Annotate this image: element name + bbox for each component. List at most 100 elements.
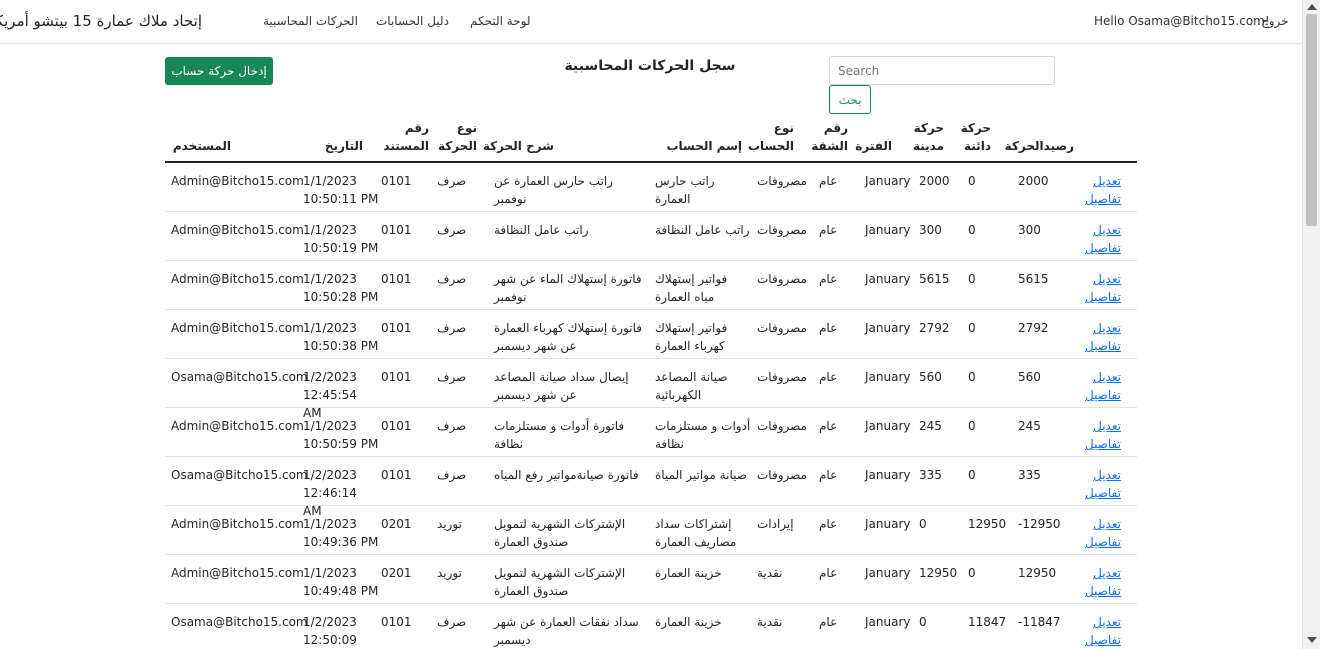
- cell-debit: 0: [919, 517, 927, 531]
- cell-period: January: [865, 223, 911, 237]
- header-user: المستخدم: [172, 139, 231, 153]
- edit-link[interactable]: تعديل: [1085, 564, 1121, 582]
- cell-credit: 0: [968, 174, 976, 188]
- header-account-name: إسم الحساب: [666, 139, 742, 153]
- edit-link[interactable]: تعديل: [1085, 172, 1121, 190]
- edit-link[interactable]: تعديل: [1085, 368, 1121, 386]
- cell-move-type: صرف: [437, 468, 467, 482]
- nav-link-transactions[interactable]: الحركات المحاسبية: [263, 14, 358, 28]
- cell-debit: 2792: [919, 321, 950, 335]
- cell-credit: 0: [968, 223, 976, 237]
- table-body: Admin@Bitcho15.com 1/1/2023 10:50:11 PM 01…: [165, 163, 1137, 649]
- details-link[interactable]: تفاصيل: [1085, 386, 1121, 404]
- cell-account-type: نقدية: [757, 615, 783, 629]
- cell-debit: 2000: [919, 174, 950, 188]
- cell-period: January: [865, 566, 911, 580]
- header-account-type: نوع الحساب: [747, 121, 794, 153]
- cell-apartment-no: عام: [819, 419, 838, 433]
- details-link[interactable]: تفاصيل: [1085, 288, 1121, 306]
- cell-move-type: صرف: [437, 174, 467, 188]
- cell-balance: 2000: [1018, 174, 1049, 188]
- edit-link[interactable]: تعديل: [1085, 270, 1121, 288]
- table-row: Admin@Bitcho15.com 1/1/2023 10:50:11 PM 01…: [165, 163, 1137, 212]
- search-button[interactable]: بحث: [829, 85, 871, 114]
- cell-move-type: صرف: [437, 615, 467, 629]
- nav-link-dashboard[interactable]: لوحة التحكم: [470, 14, 531, 28]
- table-row: Admin@Bitcho15.com 1/1/2023 10:49:36 PM 02…: [165, 506, 1137, 555]
- row-actions: تعديل تفاصيل: [1085, 368, 1121, 404]
- edit-link[interactable]: تعديل: [1085, 466, 1121, 484]
- cell-account-name: أدوات و مستلزمات نظافة: [655, 419, 751, 451]
- transactions-table: رصيدالحركة حركة دائنة حركة مدينة الفترة …: [165, 117, 1137, 649]
- add-transaction-button[interactable]: إدخال حركة حساب: [165, 57, 273, 85]
- cell-document-no: 0101: [381, 223, 412, 237]
- details-link[interactable]: تفاصيل: [1085, 435, 1121, 453]
- cell-user: Osama@Bitcho15.com: [171, 370, 308, 384]
- details-link[interactable]: تفاصيل: [1085, 631, 1121, 649]
- search-input[interactable]: [829, 56, 1055, 85]
- row-actions: تعديل تفاصيل: [1085, 564, 1121, 600]
- cell-move-type: صرف: [437, 223, 467, 237]
- cell-debit: 5615: [919, 272, 950, 286]
- cell-apartment-no: عام: [819, 468, 838, 482]
- scroll-up-arrow-icon[interactable]: [1307, 4, 1317, 10]
- cell-period: January: [865, 272, 911, 286]
- edit-link[interactable]: تعديل: [1085, 319, 1121, 337]
- table-row: Admin@Bitcho15.com 1/1/2023 10:49:48 PM 02…: [165, 555, 1137, 604]
- cell-description: الإشتركات الشهرية لتمويل صندوق العمارة: [494, 517, 626, 549]
- details-link[interactable]: تفاصيل: [1085, 190, 1121, 208]
- header-debit: حركة مدينة: [912, 121, 944, 153]
- cell-period: January: [865, 468, 911, 482]
- row-actions: تعديل تفاصيل: [1085, 221, 1121, 257]
- edit-link[interactable]: تعديل: [1085, 417, 1121, 435]
- edit-link[interactable]: تعديل: [1085, 613, 1121, 631]
- cell-balance: -12950: [1018, 517, 1061, 531]
- cell-description: راتب عامل النظافة: [494, 223, 589, 237]
- cell-document-no: 0101: [381, 419, 412, 433]
- details-link[interactable]: تفاصيل: [1085, 337, 1121, 355]
- cell-account-type: مصروفات: [757, 321, 807, 335]
- cell-credit: 12950: [968, 517, 1007, 531]
- scroll-down-arrow-icon[interactable]: [1307, 637, 1317, 643]
- scroll-thumb[interactable]: [1306, 14, 1317, 226]
- cell-description: فاتورة إستهلاك كهرباء العمارة عن شهر ديس…: [494, 321, 643, 353]
- cell-document-no: 0201: [381, 517, 412, 531]
- details-link[interactable]: تفاصيل: [1085, 582, 1121, 600]
- row-actions: تعديل تفاصيل: [1085, 613, 1121, 649]
- cell-balance: 560: [1018, 370, 1041, 384]
- page-scrollbar[interactable]: [1302, 0, 1320, 649]
- cell-period: January: [865, 370, 911, 384]
- cell-apartment-no: عام: [819, 174, 838, 188]
- cell-document-no: 0101: [381, 615, 412, 629]
- cell-date: 1/2/2023 12:50:09 AM: [303, 615, 357, 647]
- cell-account-type: مصروفات: [757, 272, 807, 286]
- brand-title[interactable]: إتحاد ملاك عمارة 15 بيتشو أمريكان: [0, 12, 202, 30]
- row-actions: تعديل تفاصيل: [1085, 417, 1121, 453]
- table-row: Admin@Bitcho15.com 1/1/2023 10:50:19 PM 01…: [165, 212, 1137, 261]
- cell-account-type: نقدية: [757, 566, 783, 580]
- cell-debit: 12950: [919, 566, 958, 580]
- details-link[interactable]: تفاصيل: [1085, 239, 1121, 257]
- header-balance: رصيدالحركة: [1004, 139, 1074, 153]
- cell-move-type: صرف: [437, 419, 467, 433]
- cell-document-no: 0101: [381, 321, 412, 335]
- cell-credit: 0: [968, 321, 976, 335]
- table-row: Osama@Bitcho15.com 1/2/2023 12:45:54 AM 01…: [165, 359, 1137, 420]
- table-row: Admin@Bitcho15.com 1/1/2023 10:50:59 PM 01…: [165, 408, 1137, 457]
- cell-description: سداد نفقات العمارة عن شهر ديسمبر: [494, 615, 639, 647]
- cell-user: Admin@Bitcho15.com: [171, 566, 304, 580]
- nav-link-accounts-guide[interactable]: دليل الحسابات: [376, 14, 449, 28]
- cell-account-name: صيانة المصاعد الكهربائية: [655, 370, 728, 402]
- cell-date: 1/1/2023 10:49:36 PM: [303, 517, 379, 549]
- header-document-no: رقم المستند: [383, 121, 429, 153]
- details-link[interactable]: تفاصيل: [1085, 484, 1121, 502]
- details-link[interactable]: تفاصيل: [1085, 533, 1121, 551]
- page-title: سجل الحركات المحاسبية: [564, 58, 736, 74]
- cell-account-name: فواتير إستهلاك كهرباء العمارة: [655, 321, 728, 353]
- cell-user: Osama@Bitcho15.com: [171, 615, 308, 629]
- edit-link[interactable]: تعديل: [1085, 515, 1121, 533]
- cell-credit: 11847: [968, 615, 1007, 629]
- cell-credit: 0: [968, 468, 976, 482]
- edit-link[interactable]: تعديل: [1085, 221, 1121, 239]
- table-header-row: رصيدالحركة حركة دائنة حركة مدينة الفترة …: [165, 117, 1137, 163]
